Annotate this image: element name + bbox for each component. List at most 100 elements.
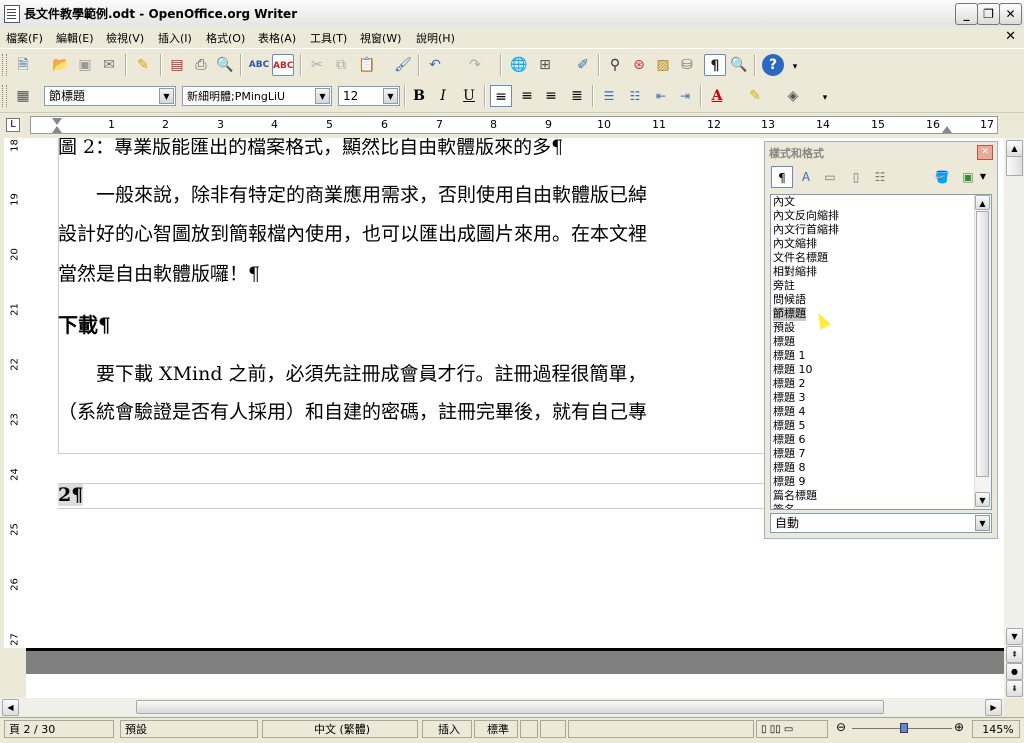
hyperlink-icon[interactable]: 🌐: [508, 54, 530, 76]
style-item[interactable]: 標題 6: [773, 433, 806, 447]
new-style-from-selection-icon[interactable]: ▣: [957, 166, 979, 188]
left-indent-marker[interactable]: [52, 126, 62, 133]
close-icon[interactable]: ✕: [977, 145, 993, 160]
paragraph-line[interactable]: 要下載 XMind 之前，必須先註冊成會員才行。註冊過程很簡單，: [58, 359, 647, 386]
language-indicator[interactable]: 中文 (繁體): [262, 720, 418, 738]
selection-mode[interactable]: 標準: [474, 720, 518, 738]
style-item[interactable]: 標題 9: [773, 475, 806, 489]
minimize-button[interactable]: _: [955, 3, 978, 25]
style-item[interactable]: 內文縮排: [773, 237, 817, 251]
style-item[interactable]: 旁註: [773, 279, 795, 293]
data-sources-icon[interactable]: ⛁: [676, 54, 698, 76]
style-item[interactable]: 內文: [773, 195, 795, 209]
next-page[interactable]: [26, 674, 1004, 698]
italic-button[interactable]: I: [432, 85, 454, 107]
book-view-icon[interactable]: ▭: [784, 724, 793, 735]
chevron-down-icon[interactable]: ▼: [315, 88, 330, 104]
paragraph-style-combo[interactable]: 節標題 ▼: [44, 86, 176, 106]
writer-document-icon[interactable]: [4, 5, 20, 23]
first-line-indent-marker[interactable]: [52, 118, 62, 125]
chevron-down-icon[interactable]: ▼: [977, 166, 989, 188]
horizontal-scrollbar[interactable]: ◀ ▶: [0, 698, 1004, 716]
restore-button[interactable]: ❐: [977, 3, 1000, 25]
close-button[interactable]: ✕: [999, 3, 1022, 25]
chevron-down-icon[interactable]: ▼: [159, 88, 174, 104]
menu-insert[interactable]: 插入(I): [158, 30, 192, 46]
page-indicator[interactable]: 頁 2 / 30: [4, 720, 114, 738]
style-item[interactable]: 標題 8: [773, 461, 806, 475]
font-name-combo[interactable]: 新細明體;PMingLiU ▼: [182, 86, 332, 106]
paragraph-line[interactable]: 當然是自由軟體版囉！¶: [58, 259, 260, 286]
styles-formatting-icon[interactable]: ▦: [12, 85, 34, 107]
section-heading[interactable]: 下載¶: [58, 309, 111, 338]
style-item[interactable]: 簽名: [773, 503, 795, 509]
toolbar-options-icon[interactable]: ▾: [790, 56, 800, 78]
menu-table[interactable]: 表格(A): [258, 30, 296, 46]
paragraph-line[interactable]: 設計好的心智圖放到簡報檔內使用，也可以匯出成圖片來用。在本文裡: [58, 219, 647, 246]
scroll-up-button[interactable]: ▲: [1006, 140, 1023, 157]
style-item[interactable]: 標題 1: [773, 349, 806, 363]
toolbar-grip[interactable]: [2, 54, 7, 76]
style-item[interactable]: 問候語: [773, 293, 806, 307]
menu-help[interactable]: 說明(H): [416, 30, 455, 46]
page-styles-icon[interactable]: ▯: [845, 166, 867, 188]
scroll-down-button[interactable]: ▼: [975, 492, 990, 507]
previous-page-icon[interactable]: ⇞: [1006, 646, 1023, 663]
menu-window[interactable]: 視窗(W): [360, 30, 401, 46]
underline-button[interactable]: U: [458, 85, 480, 107]
align-left-icon[interactable]: ≡: [490, 85, 512, 107]
style-item[interactable]: 標題 7: [773, 447, 806, 461]
new-document-icon[interactable]: 🗎: [12, 54, 34, 76]
formatting-marks-icon[interactable]: ¶: [704, 54, 726, 76]
font-size-combo[interactable]: 12 ▼: [338, 86, 400, 106]
zoom-out-icon[interactable]: ⊖: [836, 720, 846, 734]
scroll-thumb[interactable]: [1006, 156, 1023, 176]
numbering-icon[interactable]: ☰: [598, 85, 620, 107]
chevron-down-icon[interactable]: ▼: [975, 515, 990, 531]
menu-tools[interactable]: 工具(T): [310, 30, 347, 46]
style-item[interactable]: 標題 3: [773, 391, 806, 405]
edit-file-icon[interactable]: ✎: [132, 54, 154, 76]
scroll-thumb[interactable]: [136, 700, 884, 714]
table-icon[interactable]: ⊞: [534, 54, 556, 76]
print-icon[interactable]: ⎙: [190, 54, 212, 76]
fill-format-mode-icon[interactable]: 🪣: [931, 166, 953, 188]
single-page-view-icon[interactable]: ▯: [761, 724, 767, 735]
style-list[interactable]: 內文 內文反向縮排 內文行首縮排 內文縮排 文件名標題 相對縮排 旁註 問候語 …: [770, 194, 992, 510]
zoom-level[interactable]: 145%: [972, 720, 1020, 738]
clone-formatting-icon[interactable]: 🖌: [392, 54, 414, 76]
style-item[interactable]: 篇名標題: [773, 489, 817, 503]
page-style[interactable]: 預設: [120, 720, 258, 738]
justify-icon[interactable]: ≣: [566, 85, 588, 107]
find-replace-icon[interactable]: ⚲: [604, 54, 626, 76]
multi-page-view-icon[interactable]: ▯▯: [770, 724, 781, 735]
paragraph-line[interactable]: （系統會驗證是否有人採用）和自建的密碼，註冊完畢後，就有自己專: [58, 397, 647, 424]
view-layout[interactable]: ▯ ▯▯ ▭: [756, 720, 828, 738]
export-pdf-icon[interactable]: ▤: [166, 54, 188, 76]
style-item[interactable]: 預設: [773, 321, 795, 335]
paragraph-line[interactable]: 一般來說，除非有特定的商業應用需求，否則使用自由軟體版已綽: [58, 180, 647, 207]
scroll-down-button[interactable]: ▼: [1006, 628, 1023, 645]
copy-icon[interactable]: ⧉: [330, 54, 352, 76]
cut-icon[interactable]: ✂: [306, 54, 328, 76]
menu-edit[interactable]: 編輯(E): [56, 30, 94, 46]
style-item[interactable]: 標題 4: [773, 405, 806, 419]
help-icon[interactable]: ?: [762, 54, 784, 76]
highlight-icon[interactable]: ✎: [744, 85, 766, 107]
increase-indent-icon[interactable]: ⇥: [674, 85, 696, 107]
list-styles-icon[interactable]: ☷: [869, 166, 891, 188]
font-color-icon[interactable]: A: [706, 85, 728, 107]
spellcheck-icon[interactable]: ABC: [248, 54, 270, 76]
right-indent-marker[interactable]: [942, 126, 952, 133]
style-item[interactable]: 文件名標題: [773, 251, 828, 265]
character-styles-icon[interactable]: A: [795, 166, 817, 188]
tab-type-icon[interactable]: L: [6, 118, 20, 132]
bullets-icon[interactable]: ☷: [624, 85, 646, 107]
paste-icon[interactable]: 📋: [356, 54, 378, 76]
style-filter-select[interactable]: 自動 ▼: [770, 513, 992, 533]
page-preview-icon[interactable]: 🔍: [214, 54, 236, 76]
navigator-icon[interactable]: ⊛: [628, 54, 650, 76]
save-icon[interactable]: ▣: [74, 54, 96, 76]
next-page-icon[interactable]: ⇟: [1006, 680, 1023, 697]
vertical-scrollbar[interactable]: ▲ ▼ ⇞ ● ⇟: [1004, 138, 1024, 698]
